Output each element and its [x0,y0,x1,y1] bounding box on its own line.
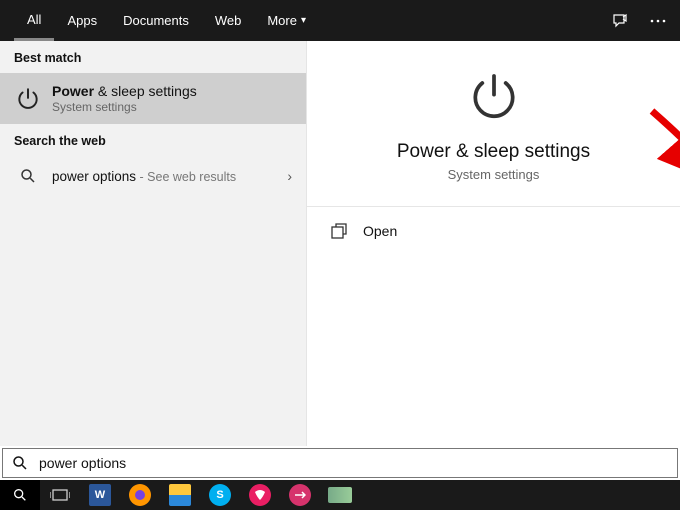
best-match-subtitle: System settings [52,100,197,114]
tab-documents[interactable]: Documents [110,0,202,41]
mailbird-icon [249,484,271,506]
taskbar-app-word[interactable]: W [80,480,120,510]
best-match-title: Power & sleep settings [52,83,197,99]
taskbar: W S [0,480,680,510]
taskbar-task-view[interactable] [40,480,80,510]
tab-web[interactable]: Web [202,0,255,41]
web-result-title: power options - See web results [52,169,236,184]
skype-icon: S [209,484,231,506]
taskbar-search-button[interactable] [0,480,40,510]
tab-apps[interactable]: Apps [54,0,110,41]
detail-panel: Power & sleep settings System settings O… [307,41,680,446]
detail-title: Power & sleep settings [397,141,590,163]
word-icon: W [89,484,111,506]
search-scope-tabs: All Apps Documents Web More ▾ [0,0,680,41]
results-panel: Best match Power & sleep settings System… [0,41,307,446]
taskbar-app-device[interactable] [320,480,360,510]
taskbar-app-file-explorer[interactable] [160,480,200,510]
web-result[interactable]: power options - See web results › [0,156,306,196]
device-icon [328,487,352,503]
taskbar-app-skype[interactable]: S [200,480,240,510]
tab-more[interactable]: More ▾ [254,0,319,41]
taskbar-app-firefox[interactable] [120,480,160,510]
search-icon [11,454,29,472]
best-match-header: Best match [0,41,306,73]
file-explorer-icon [169,484,191,506]
search-web-header: Search the web [0,124,306,156]
open-action[interactable]: Open [307,207,680,255]
chevron-right-icon: › [279,168,292,184]
search-box[interactable] [2,448,678,478]
more-options-icon[interactable] [644,7,672,35]
tab-all[interactable]: All [14,0,54,41]
chevron-down-icon: ▾ [301,15,306,26]
tab-more-label: More [267,13,297,28]
detail-subtitle: System settings [448,167,540,182]
gateway-icon [289,484,311,506]
best-match-result[interactable]: Power & sleep settings System settings [0,73,306,124]
power-icon [14,85,42,113]
taskbar-app-gateway[interactable] [280,480,320,510]
open-label: Open [363,223,397,239]
taskbar-app-mailbird[interactable] [240,480,280,510]
open-icon [329,221,349,241]
feedback-icon[interactable] [606,7,634,35]
search-input[interactable] [39,455,669,471]
firefox-icon [129,484,151,506]
search-icon [14,162,42,190]
power-icon-large [466,69,522,125]
